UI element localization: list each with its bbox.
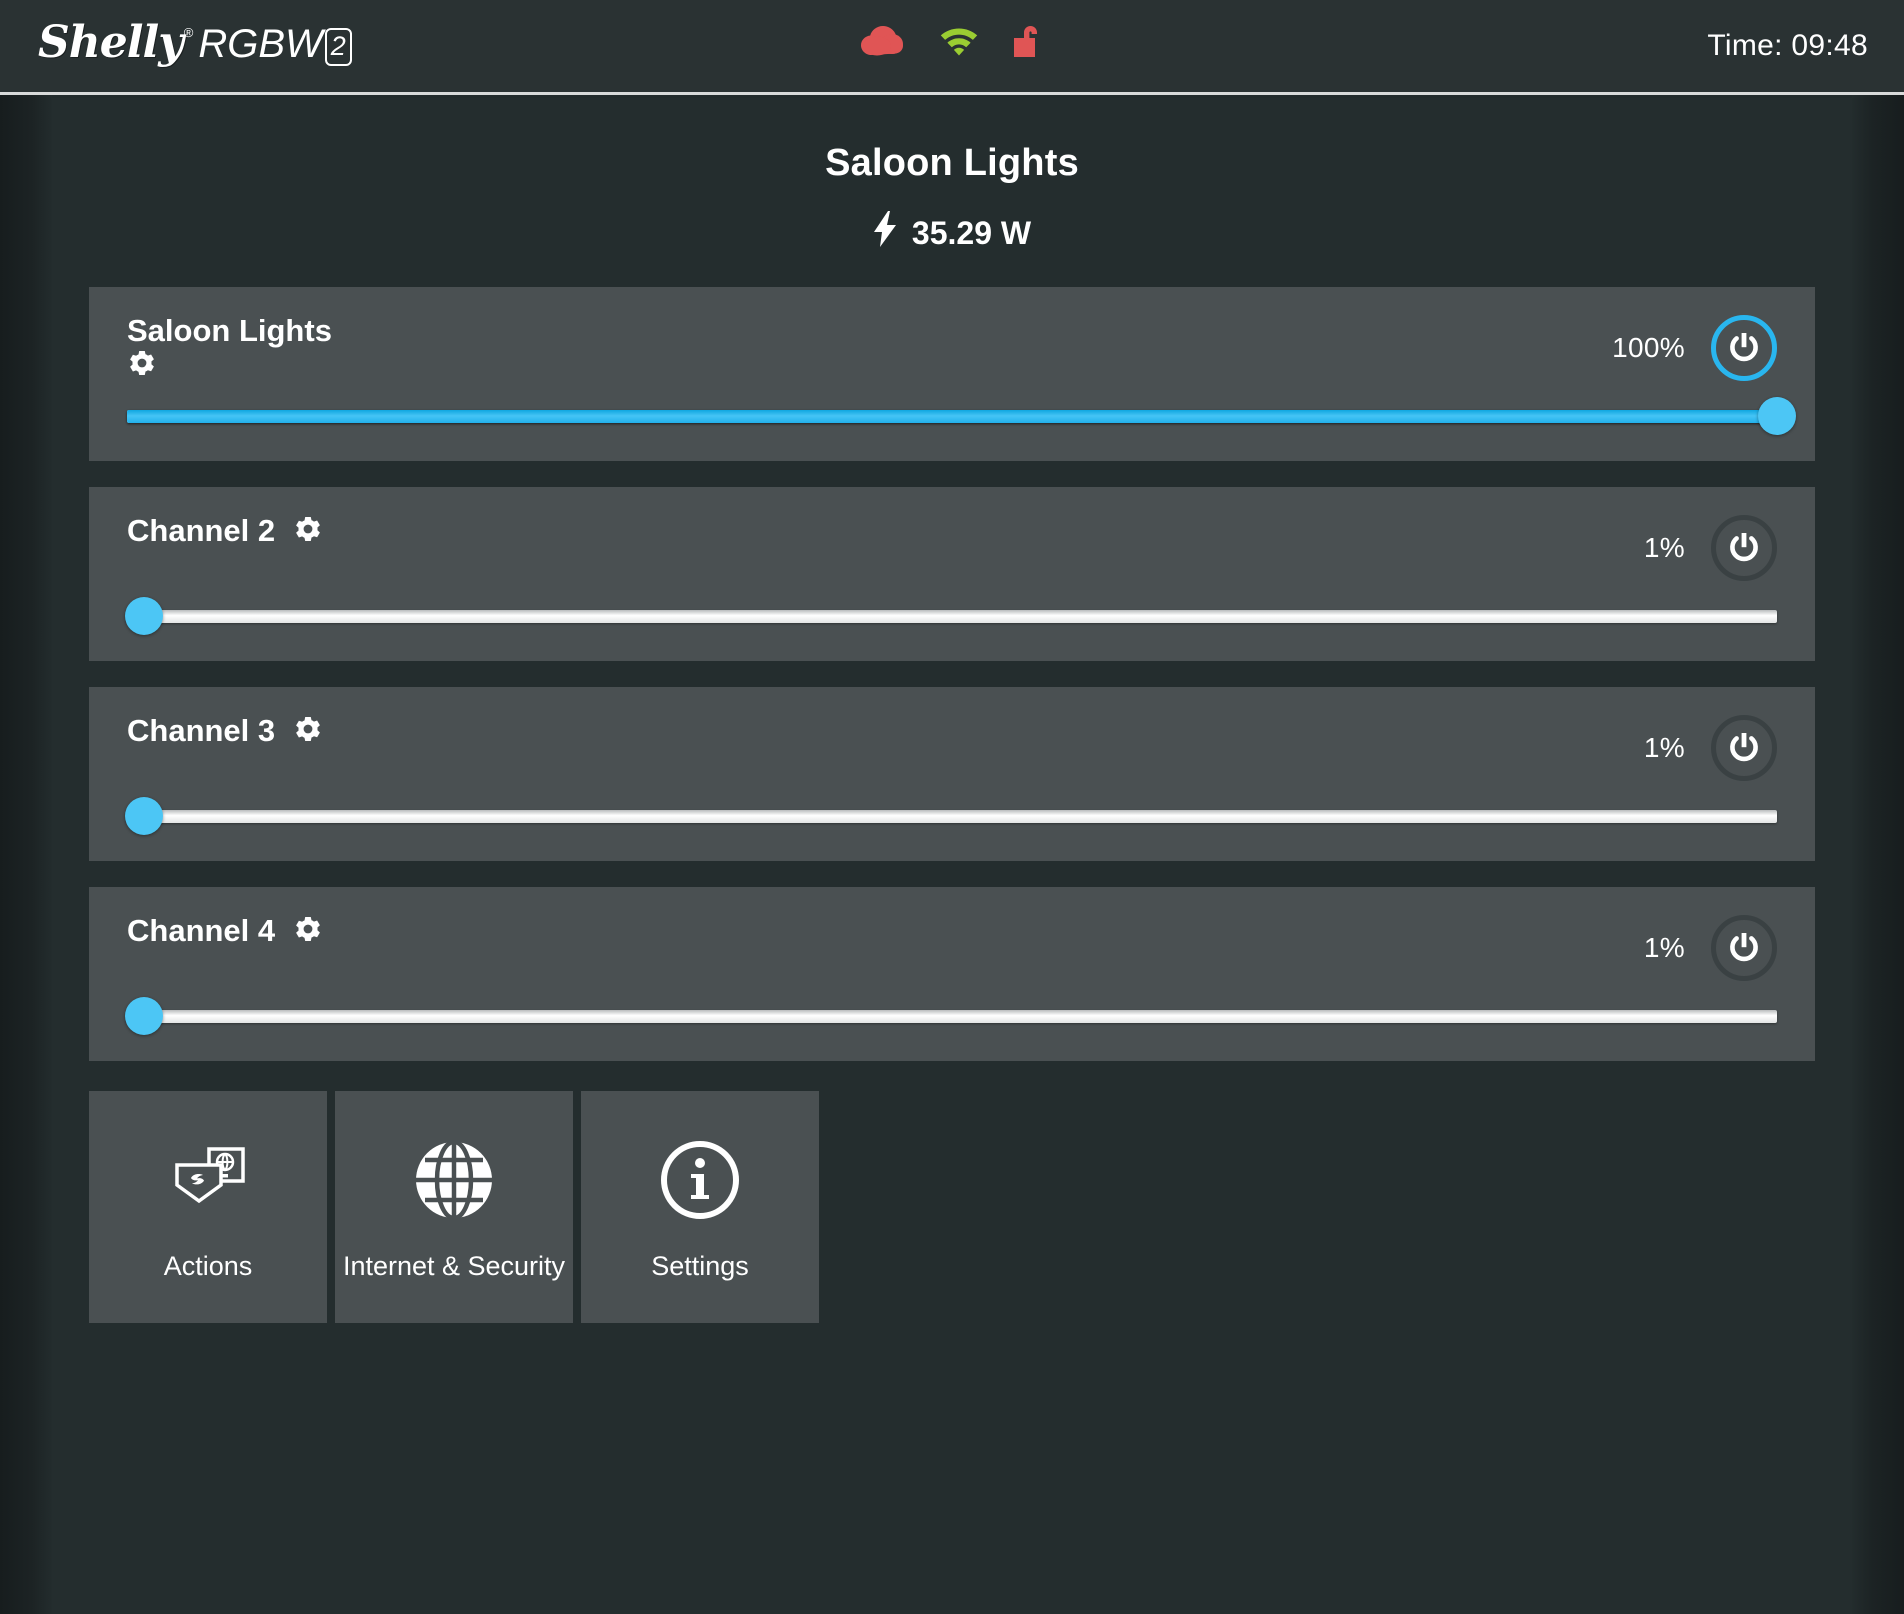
power-icon (1727, 330, 1761, 367)
channel-name-label: Saloon Lights (127, 313, 332, 348)
power-icon (1727, 730, 1761, 767)
shelly-shield-browser-icon (165, 1139, 251, 1221)
slider-thumb[interactable] (1758, 397, 1796, 435)
slider-track (127, 609, 1777, 623)
channel-brightness-label: 1% (1643, 532, 1685, 563)
nav-tile-actions[interactable]: Actions (89, 1091, 327, 1323)
gear-icon (293, 916, 323, 946)
cloud-icon[interactable] (859, 24, 905, 58)
page-body: Saloon Lights 35.29 W Saloon Lights 100% C… (0, 98, 1904, 1614)
channel-settings-gear-button[interactable] (293, 916, 323, 946)
gear-icon (293, 516, 323, 546)
app-header: Shelly ® RGBW 2 Time: 09:48 (0, 0, 1904, 95)
globe-icon (412, 1139, 496, 1221)
slider-thumb[interactable] (124, 597, 163, 635)
channel-settings-gear-button[interactable] (293, 716, 323, 746)
channel-brightness-slider[interactable] (124, 997, 1777, 1035)
power-readout: 35.29 W (89, 211, 1815, 255)
nav-label-actions: Actions (163, 1251, 253, 1281)
channel-brightness-label: 1% (1643, 732, 1685, 763)
wifi-icon[interactable] (937, 24, 981, 58)
logo-model-text: RGBW (198, 22, 323, 66)
page-title: Saloon Lights (825, 142, 1079, 184)
logo-model-number: 2 (324, 28, 352, 66)
bottom-nav: Actions Internet & Security Settings (89, 1091, 1815, 1323)
channel-power-toggle-button[interactable] (1711, 715, 1777, 781)
clock-label: Time: 09:48 (1707, 29, 1868, 62)
slider-track (127, 1009, 1777, 1023)
channel-card: Channel 4 1% (89, 887, 1815, 1061)
channel-name-label: Channel 3 (127, 713, 276, 748)
shelly-logo: Shelly ® RGBW 2 (38, 17, 352, 68)
nav-label-settings: Settings (651, 1251, 749, 1281)
slider-track (127, 809, 1777, 823)
channel-brightness-label: 100% (1612, 332, 1685, 363)
status-icon-group (859, 22, 1045, 60)
nav-tile-internet-security[interactable]: Internet & Security (335, 1091, 573, 1323)
unlock-icon[interactable] (1013, 22, 1045, 60)
info-circle-icon (658, 1139, 742, 1221)
nav-tile-settings[interactable]: Settings (581, 1091, 819, 1323)
channel-power-toggle-button[interactable] (1711, 915, 1777, 981)
channel-list: Saloon Lights 100% Channel 2 1% Channel 3 1% C… (89, 287, 1815, 1061)
power-icon (1727, 530, 1761, 567)
nav-label-internet-security: Internet & Security (342, 1251, 566, 1281)
channel-card: Saloon Lights 100% (89, 287, 1815, 461)
gear-icon (127, 350, 157, 380)
slider-thumb[interactable] (124, 997, 163, 1035)
content-container: Saloon Lights 35.29 W Saloon Lights 100% C… (89, 98, 1815, 1323)
channel-power-toggle-button[interactable] (1711, 515, 1777, 581)
channel-brightness-label: 1% (1643, 932, 1685, 963)
logo-brand-text: Shelly (38, 17, 184, 68)
slider-fill (127, 409, 1777, 423)
channel-card: Channel 3 1% (89, 687, 1815, 861)
gear-icon (293, 716, 323, 746)
channel-name-label: Channel 4 (127, 913, 276, 948)
channel-card: Channel 2 1% (89, 487, 1815, 661)
channel-brightness-slider[interactable] (124, 597, 1777, 635)
channel-settings-gear-button[interactable] (293, 516, 323, 546)
bolt-icon (873, 211, 899, 255)
registered-trademark-icon: ® (183, 25, 194, 40)
channel-power-toggle-button[interactable] (1711, 315, 1777, 381)
power-icon (1727, 930, 1761, 967)
channel-name-label: Channel 2 (127, 513, 276, 548)
slider-thumb[interactable] (124, 797, 163, 835)
channel-brightness-slider[interactable] (127, 397, 1796, 435)
power-value-label: 35.29 W (911, 214, 1032, 251)
channel-settings-gear-button[interactable] (127, 350, 380, 380)
channel-brightness-slider[interactable] (124, 797, 1777, 835)
